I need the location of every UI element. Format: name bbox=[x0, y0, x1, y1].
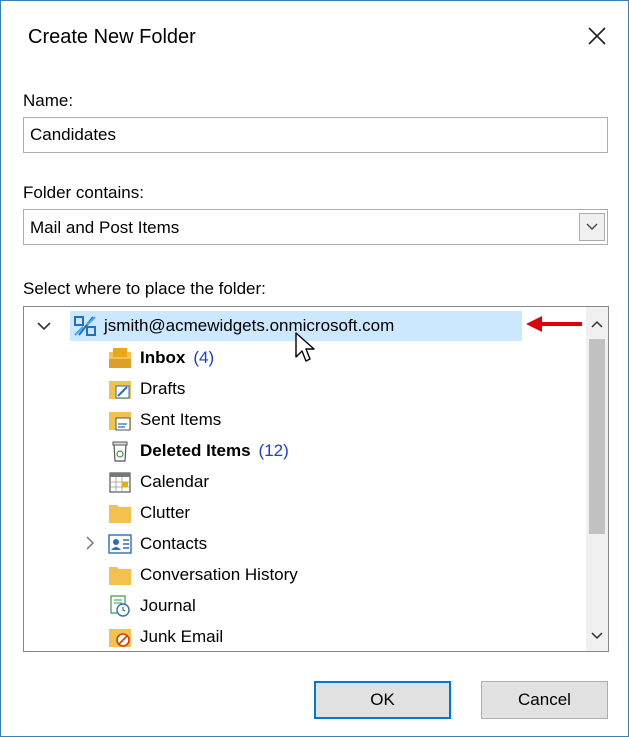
chevron-down-icon bbox=[591, 632, 603, 640]
tree-item-label: Junk Email bbox=[140, 627, 224, 646]
tree-item-label: Calendar bbox=[140, 472, 209, 491]
contacts-icon bbox=[108, 534, 132, 554]
tree-item-sent-items[interactable]: Sent Items bbox=[108, 405, 221, 435]
tree-item-inbox[interactable]: Inbox (4) bbox=[108, 343, 214, 373]
red-arrow-annotation-icon bbox=[526, 316, 582, 332]
folder-icon bbox=[109, 505, 131, 523]
folder-tree[interactable]: jsmith@acmewidgets.onmicrosoft.com Inbox… bbox=[23, 306, 609, 652]
scroll-up-button[interactable] bbox=[586, 313, 608, 335]
title-bar: Create New Folder bbox=[1, 1, 628, 81]
account-name: jsmith@acmewidgets.onmicrosoft.com bbox=[104, 316, 395, 335]
junk-email-icon bbox=[109, 629, 131, 647]
scroll-thumb[interactable] bbox=[589, 339, 605, 534]
drafts-icon bbox=[109, 381, 131, 399]
tree-item-clutter[interactable]: Clutter bbox=[108, 498, 190, 528]
tree-scrollbar[interactable] bbox=[586, 307, 608, 651]
folder-contains-value: Mail and Post Items bbox=[30, 218, 180, 237]
name-input[interactable] bbox=[23, 117, 608, 153]
inbox-icon bbox=[109, 348, 131, 368]
trash-icon bbox=[112, 441, 128, 462]
dialog-title: Create New Folder bbox=[28, 26, 196, 48]
dropdown-button[interactable] bbox=[579, 213, 605, 241]
cancel-button[interactable]: Cancel bbox=[481, 681, 608, 719]
tree-item-contacts[interactable]: Contacts bbox=[108, 529, 207, 559]
contacts-expander[interactable] bbox=[82, 535, 98, 551]
folder-contains-select[interactable]: Mail and Post Items bbox=[23, 209, 608, 245]
tree-item-label: Drafts bbox=[140, 379, 186, 398]
tree-item-junk-email[interactable]: Junk Email bbox=[108, 622, 224, 651]
unread-count: (12) bbox=[258, 441, 289, 460]
tree-item-deleted-items[interactable]: Deleted Items (12) bbox=[108, 436, 289, 466]
create-new-folder-dialog: Create New Folder Name: Folder contains:… bbox=[0, 0, 629, 737]
tree-item-label: Conversation History bbox=[140, 565, 298, 584]
ok-button[interactable]: OK bbox=[314, 681, 451, 719]
tree-item-calendar[interactable]: Calendar bbox=[108, 467, 209, 497]
tree-item-label: Journal bbox=[140, 596, 196, 615]
tree-item-label: Deleted Items bbox=[140, 441, 251, 460]
chevron-right-icon bbox=[86, 536, 95, 550]
tree-item-label: Clutter bbox=[140, 503, 191, 522]
exchange-account-icon bbox=[74, 316, 96, 336]
close-button[interactable] bbox=[580, 19, 614, 53]
tree-item-label: Contacts bbox=[140, 534, 208, 553]
tree-item-journal[interactable]: Journal bbox=[108, 591, 196, 621]
name-label: Name: bbox=[23, 91, 74, 110]
location-label: Select where to place the folder: bbox=[23, 279, 266, 298]
journal-icon bbox=[110, 595, 130, 617]
tree-item-drafts[interactable]: Drafts bbox=[108, 374, 185, 404]
chevron-down-icon bbox=[586, 223, 598, 230]
mouse-cursor-icon bbox=[295, 332, 315, 362]
account-expander[interactable] bbox=[36, 318, 52, 334]
scroll-down-button[interactable] bbox=[586, 625, 608, 647]
folder-contains-label: Folder contains: bbox=[23, 183, 144, 202]
sent-items-icon bbox=[109, 412, 131, 431]
chevron-up-icon bbox=[591, 320, 603, 328]
folder-icon bbox=[109, 567, 131, 585]
tree-item-label: Inbox bbox=[140, 348, 186, 367]
close-icon bbox=[588, 27, 606, 45]
unread-count: (4) bbox=[193, 348, 215, 367]
tree-item-label: Sent Items bbox=[140, 410, 222, 429]
calendar-icon bbox=[109, 472, 131, 493]
tree-item-conversation-history[interactable]: Conversation History bbox=[108, 560, 298, 590]
chevron-down-icon bbox=[37, 322, 51, 331]
